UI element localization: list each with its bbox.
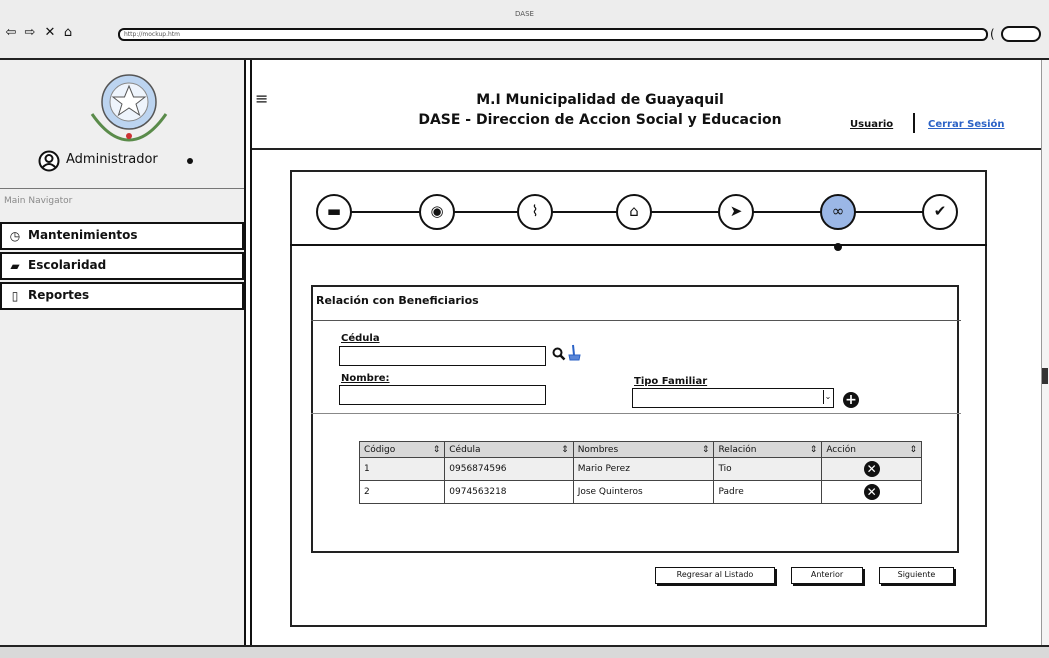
book-icon: ▰ [10,259,20,273]
cell-cedula: 0956874596 [444,457,574,481]
home-icon: ⌂ [629,202,639,220]
address-bar[interactable]: http://mockup.htm [118,28,988,41]
globe-icon: ◉ [430,202,444,220]
search-icon[interactable] [552,347,566,361]
search-pill[interactable] [1001,26,1041,42]
page-scrollbar[interactable] [1041,60,1049,645]
forward-arrow-icon[interactable]: ⇨ [23,26,37,40]
document-icon: ▯ [11,289,19,303]
table-row[interactable]: 1 0956874596 Mario Perez Tio ✕ [358,457,922,481]
window-title: DASE [515,10,534,18]
back-arrow-icon[interactable]: ⇦ [4,26,18,40]
title-line-2: DASE - Direccion de Accion Social y Educ… [418,112,782,128]
paperclip-icon: ⌇ [531,202,539,220]
nav-caption: Main Navigator [4,196,73,206]
cell-relacion: Padre [713,480,823,504]
scrollbar-thumb[interactable] [1042,368,1048,384]
status-bar [0,645,1049,658]
sidebar-separator [0,188,244,189]
wizard-step-home[interactable]: ⌂ [616,194,652,230]
cell-cedula: 0974563218 [444,480,574,504]
check-icon: ✔ [933,202,947,220]
home-icon[interactable]: ⌂ [61,26,75,40]
wizard-step-folder[interactable]: ▬ [316,194,352,230]
nombre-input[interactable] [339,385,546,405]
logout-link[interactable]: Cerrar Sesión [928,119,1005,130]
title-line-1: M.I Municipalidad de Guayaquil [476,92,724,108]
page-title: M.I Municipalidad de Guayaquil DASE - Di… [380,90,820,130]
next-button[interactable]: Siguiente [879,567,954,584]
delete-icon[interactable]: ✕ [863,461,880,477]
close-icon[interactable]: ✕ [43,26,57,40]
sidebar-item-mantenimientos[interactable]: ◷ Mantenimientos [0,222,244,250]
col-header-cedula[interactable]: Cédula ⇕ [444,441,574,458]
wizard-step-attachment[interactable]: ⌇ [517,194,553,230]
cedula-label: Cédula [341,333,380,344]
folder-icon: ▬ [326,202,342,220]
cedula-input[interactable] [339,346,546,366]
wizard-step-finish[interactable]: ✔ [922,194,958,230]
send-icon: ➤ [729,202,743,220]
active-step-marker [834,243,842,251]
cell-nombres: Mario Perez [572,457,715,481]
tipo-familiar-label: Tipo Familiar [634,376,708,387]
clock-icon: ◷ [9,229,21,243]
wizard-rule [290,244,987,246]
sidebar-item-label: Mantenimientos [28,228,138,242]
table-row[interactable]: 2 0974563218 Jose Quinteros Padre ✕ [358,480,922,504]
col-header-relacion[interactable]: Relación ⇕ [713,441,823,458]
wizard-step-link-active[interactable]: ∞ [820,194,856,230]
section-rule [311,320,961,321]
tipo-familiar-select[interactable]: ⌄ [632,388,834,408]
sidebar-item-label: Escolaridad [28,258,107,272]
url-text: http://mockup.htm [124,31,181,38]
back-to-list-button[interactable]: Regresar al Listado [655,567,775,584]
user-dropdown-indicator[interactable] [187,158,193,164]
wizard-step-send[interactable]: ➤ [718,194,754,230]
header-link-separator [913,113,915,133]
previous-button[interactable]: Anterior [791,567,863,584]
header-rule [252,148,1049,150]
col-header-nombres[interactable]: Nombres ⇕ [572,441,715,458]
form-rule [311,413,961,414]
beneficiaries-table: Código ⇕ Cédula ⇕ Nombres ⇕ Relación ⇕ Acció… [358,441,922,504]
cell-accion: ✕ [821,457,922,481]
chevron-down-icon[interactable]: ⌄ [823,390,832,404]
hamburger-menu-icon[interactable]: ≡ [255,91,269,107]
user-link[interactable]: Usuario [850,119,893,130]
col-header-codigo[interactable]: Código ⇕ [358,441,446,458]
user-avatar-icon [38,150,60,172]
col-header-accion[interactable]: Acción ⇕ [821,441,922,458]
sidebar-item-escolaridad[interactable]: ▰ Escolaridad [0,252,244,280]
user-name[interactable]: Administrador [66,152,158,167]
broom-clear-icon[interactable] [568,344,582,362]
cell-codigo: 1 [358,457,446,481]
search-glyph-icon: ( [990,27,995,41]
add-circle-icon[interactable]: + [843,392,859,408]
section-title: Relación con Beneficiarios [316,294,479,307]
cell-relacion: Tio [713,457,823,481]
cell-accion: ✕ [821,480,922,504]
beneficiaries-section [311,285,959,553]
cell-nombres: Jose Quinteros [572,480,715,504]
cell-codigo: 2 [358,480,446,504]
sidebar-item-reportes[interactable]: ▯ Reportes [0,282,244,310]
sidebar-item-label: Reportes [28,288,90,302]
nombre-label: Nombre: [341,373,390,384]
municipal-seal-logo [90,74,168,142]
delete-icon[interactable]: ✕ [863,484,880,500]
link-icon: ∞ [831,202,845,220]
table-header-row: Código ⇕ Cédula ⇕ Nombres ⇕ Relación ⇕ Acció… [358,441,922,458]
wizard-step-globe[interactable]: ◉ [419,194,455,230]
